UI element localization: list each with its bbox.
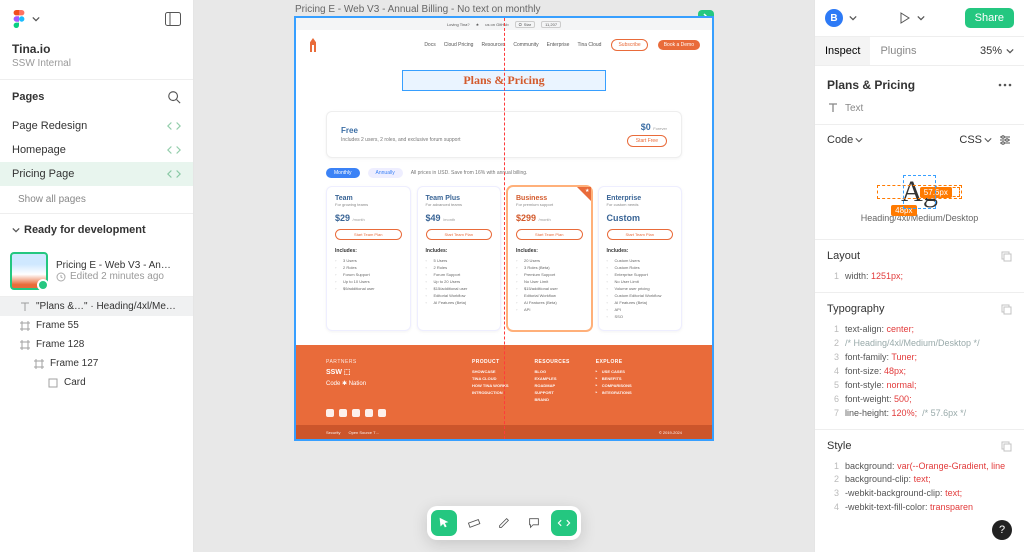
code-type-dropdown[interactable]: Code [827,134,863,146]
layer-row[interactable]: "Plans &…" · Heading/4xl/Me… [0,297,193,316]
ready-card[interactable]: Pricing E - Web V3 - Annual … Edited 2 m… [0,246,193,296]
layer-row[interactable]: Frame 127 [0,354,193,373]
copy-icon[interactable] [1000,440,1012,452]
measure-left: 48px [891,205,916,216]
copy-icon[interactable] [1000,303,1012,315]
site-nav: DocsCloud PricingResourcesCommunityEnter… [296,30,712,60]
comment-tool[interactable] [521,510,547,536]
dev-ready-icon [167,121,181,131]
floating-toolbar [427,506,581,540]
tab-inspect[interactable]: Inspect [815,37,870,65]
share-button[interactable]: Share [965,8,1014,28]
canvas[interactable]: Pricing E - Web V3 - Annual Billing - No… [194,0,814,552]
layer-row[interactable]: Card [0,373,193,392]
text-style-preview: Ag 48px 57.6px Heading/4xl/Medium/Deskto… [827,161,1012,233]
ruler-tool[interactable] [461,510,487,536]
lang-dropdown[interactable]: CSS [959,134,992,146]
dev-ready-icon [167,145,181,155]
copy-icon[interactable] [1000,250,1012,262]
llama-logo [308,38,318,52]
annotate-tool[interactable] [491,510,517,536]
inspect-tabs: Inspect Plugins 35% [815,36,1024,66]
demo-button: Book a Demo [658,40,700,50]
pages-heading: Pages [0,80,193,114]
plan-card: Team PlusFor advanced teams$49 /monthSta… [417,186,502,331]
design-frame[interactable]: Loving Tina?★us on GitHub ⭘Star 11,207 D… [295,17,713,440]
chevron-down-icon[interactable] [849,14,857,22]
dev-ready-icon [167,169,181,179]
billing-toggle: Monthly Annually All prices in USD. Save… [296,164,712,186]
more-icon[interactable] [998,83,1012,87]
component-icon [48,378,58,388]
chevron-down-icon [855,136,863,144]
zoom-control[interactable]: 35% [970,37,1024,65]
plan-card: TeamFor growing teams$29 /monthStart Tea… [326,186,411,331]
right-top-bar: B Share [815,0,1024,36]
clock-icon [56,272,66,282]
subscribe-button: Subscribe [611,39,647,51]
selected-text-node[interactable]: Plans & Pricing [402,70,605,91]
chevron-down-icon[interactable] [917,14,925,22]
social-icons [326,409,682,417]
free-desc: Includes 2 users, 2 roles, and exclusive… [341,137,461,143]
search-icon[interactable] [167,90,181,104]
plan-card: BusinessFor premium support$299 /monthSt… [507,186,592,331]
chevron-down-icon [984,136,992,144]
play-icon[interactable] [897,11,911,25]
frame-icon [20,321,30,331]
frame-icon [20,340,30,350]
hero: Plans & Pricing [296,60,712,105]
right-panel: B Share Inspect Plugins 35% Plans & Pric… [814,0,1024,552]
help-button[interactable]: ? [992,520,1012,540]
ready-card-time: Edited 2 minutes ago [56,271,176,282]
panel-toggle-icon[interactable] [165,12,181,26]
layout-block: Layout 1width: 1251px; [815,239,1024,292]
layer-row[interactable]: Frame 128 [0,335,193,354]
layer-row[interactable]: Frame 55 [0,316,193,335]
file-header [0,0,193,38]
text-icon [20,302,30,312]
left-panel: Tina.io SSW Internal Pages Page Redesign… [0,0,194,552]
free-plan-card: Free Includes 2 users, 2 roles, and excl… [326,111,682,158]
free-title: Free [341,126,461,135]
toggle-monthly: Monthly [326,168,360,178]
plan-card: EnterpriseFor custom needsCustom Start T… [598,186,683,331]
tab-plugins[interactable]: Plugins [870,37,926,65]
show-all-pages[interactable]: Show all pages [0,186,193,213]
file-subtitle: SSW Internal [0,58,193,79]
announce-bar: Loving Tina?★us on GitHub ⭘Star 11,207 [296,18,712,30]
style-block: Style 1background: var(--Orange-Gradient… [815,429,1024,524]
selection-name: Plans & Pricing [827,78,915,92]
figma-logo [12,10,26,28]
chevron-down-icon [1006,47,1014,55]
frame-thumbnail [10,252,48,290]
dev-mode-tool[interactable] [551,510,577,536]
pages-label: Pages [12,91,44,103]
ready-dot-icon [37,279,49,291]
page-item[interactable]: Page Redesign [0,114,193,138]
page-item[interactable]: Homepage [0,138,193,162]
text-icon [827,102,839,114]
site-footer: PARTNERS SSW ⬚ Code ✱ Nation PRODUCTSHOW… [296,345,712,439]
avatar[interactable]: B [825,9,843,27]
settings-icon[interactable] [998,133,1012,147]
page-item[interactable]: Pricing Page [0,162,193,186]
typography-block: Typography 1text-align: center;2/* Headi… [815,292,1024,429]
chevron-down-icon [12,226,20,234]
ready-heading[interactable]: Ready for development [0,214,193,246]
cursor-tool[interactable] [431,510,457,536]
node-type: Text [815,98,1024,124]
ready-card-title: Pricing E - Web V3 - Annual … [56,260,176,271]
toggle-annually: Annually [368,168,403,178]
file-title: Tina.io [0,38,193,58]
layers-panel: "Plans &…" · Heading/4xl/Me…Frame 55Fram… [0,296,193,552]
start-free-button: Start Free [627,135,667,147]
plans-row: TeamFor growing teams$29 /monthStart Tea… [296,186,712,345]
frame-icon [34,359,44,369]
frame-name-label[interactable]: Pricing E - Web V3 - Annual Billing - No… [295,0,713,17]
chevron-down-icon[interactable] [32,15,40,23]
